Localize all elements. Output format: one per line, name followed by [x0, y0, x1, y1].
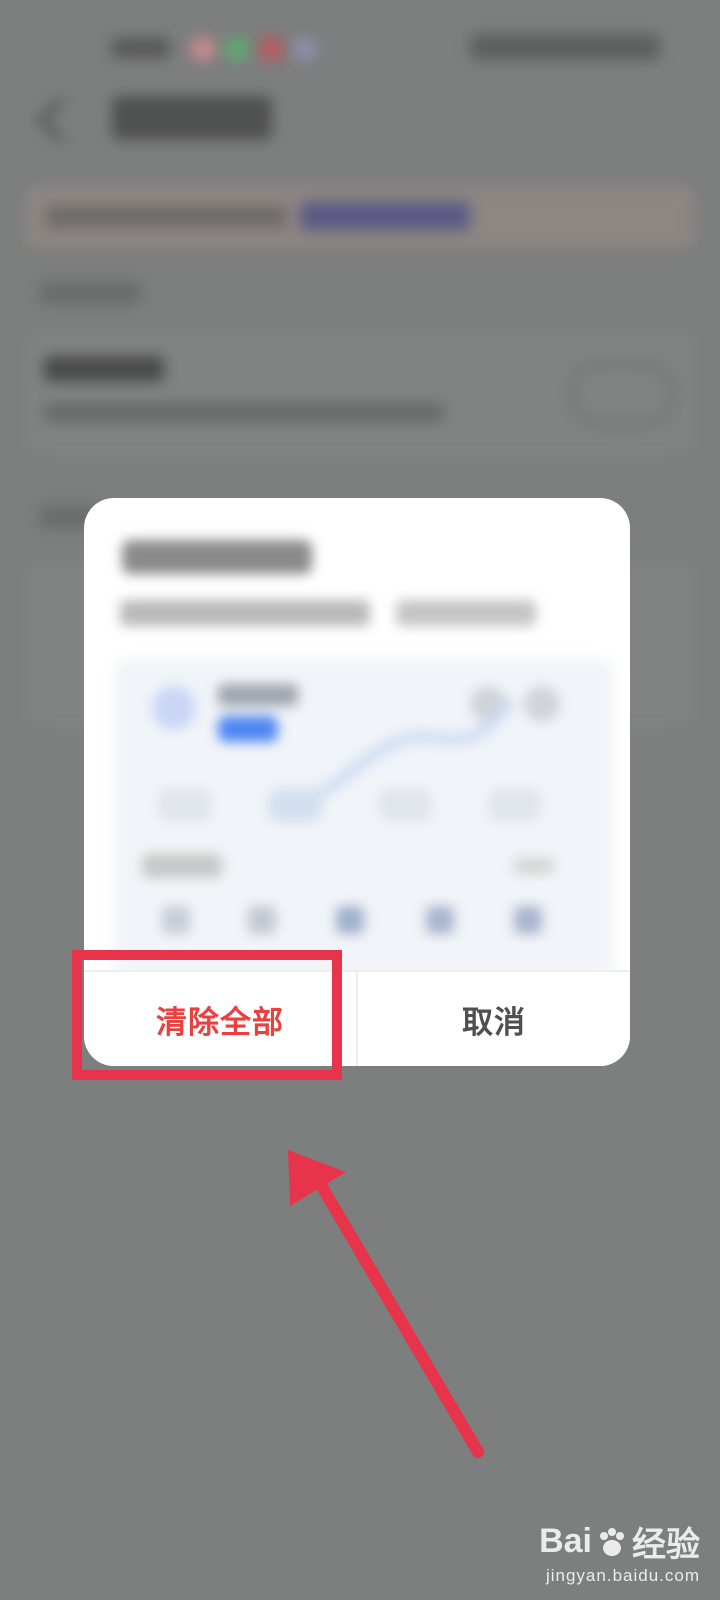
tutorial-highlight-box [72, 950, 342, 1080]
page-title [112, 96, 272, 140]
dialog-message [396, 600, 536, 626]
status-bar-indicators [470, 34, 660, 60]
dialog-title [122, 540, 312, 574]
banner-link [300, 202, 470, 230]
preview-icon [248, 906, 276, 934]
setting-toggle [570, 362, 674, 426]
notification-icon [292, 36, 318, 62]
watermark: Bai 经验 jingyan.baidu.com [539, 1517, 700, 1586]
watermark-url: jingyan.baidu.com [545, 1566, 700, 1585]
cancel-button[interactable]: 取消 [358, 972, 630, 1066]
preview-text [142, 854, 222, 878]
preview-chip [158, 788, 212, 822]
preview-chip [268, 788, 322, 822]
avatar [152, 686, 196, 730]
banner-text [46, 206, 286, 228]
notification-icon [258, 36, 284, 62]
preview-icon [336, 906, 364, 934]
dialog-preview-image [84, 498, 630, 978]
status-bar-time [112, 38, 170, 58]
setting-description [44, 404, 444, 422]
preview-highlight [218, 716, 278, 742]
preview-text [514, 858, 554, 874]
preview-icon [514, 906, 542, 934]
screen: 清除全部 取消 Bai 经验 jingyan.baidu.com [0, 0, 720, 1600]
notification-icon [224, 36, 250, 62]
dialog-message [120, 600, 370, 626]
watermark-brand: Bai [539, 1522, 592, 1560]
preview-icon [162, 906, 190, 934]
paw-icon [600, 1527, 624, 1556]
preview-icon [524, 686, 560, 722]
watermark-suffix: 经验 [632, 1526, 700, 1564]
preview-chip [488, 788, 542, 822]
setting-title [44, 356, 164, 382]
back-arrow-icon [37, 97, 83, 143]
preview-chip [378, 788, 432, 822]
section-label [40, 282, 140, 304]
preview-icon [426, 906, 454, 934]
notification-icon [190, 36, 216, 62]
